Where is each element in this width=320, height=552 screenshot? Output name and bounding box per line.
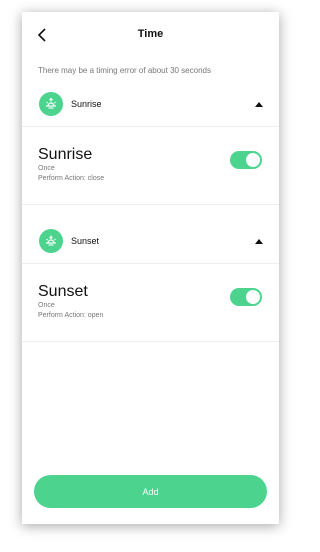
add-button[interactable]: Add bbox=[34, 475, 267, 508]
header: Time bbox=[22, 12, 279, 58]
group-header-sunrise[interactable]: Sunrise bbox=[22, 82, 279, 127]
timer-item-sunset[interactable]: Sunset Once Perform Action: open bbox=[22, 264, 279, 342]
app-screen: Time There may be a timing error of abou… bbox=[22, 12, 279, 524]
timing-notice: There may be a timing error of about 30 … bbox=[38, 66, 211, 75]
timer-action: Perform Action: open bbox=[38, 312, 104, 319]
group-header-sunset[interactable]: Sunset bbox=[22, 219, 279, 264]
timer-repeat: Once bbox=[38, 165, 55, 172]
timer-action: Perform Action: close bbox=[38, 175, 105, 182]
timer-repeat: Once bbox=[38, 302, 55, 309]
group-title-sunrise: Sunrise bbox=[71, 99, 102, 109]
toggle-knob bbox=[246, 153, 260, 167]
page-title: Time bbox=[137, 28, 164, 40]
group-title-sunset: Sunset bbox=[71, 236, 100, 246]
collapse-caret-icon[interactable] bbox=[255, 238, 263, 244]
toggle-knob bbox=[246, 290, 260, 304]
timer-item-sunrise[interactable]: Sunrise Once Perform Action: close bbox=[22, 127, 279, 205]
sunset-icon bbox=[39, 229, 63, 253]
timer-toggle-sunrise[interactable] bbox=[230, 151, 262, 169]
timer-toggle-sunset[interactable] bbox=[230, 288, 262, 306]
collapse-caret-icon[interactable] bbox=[255, 101, 263, 107]
sunrise-icon bbox=[39, 92, 63, 116]
